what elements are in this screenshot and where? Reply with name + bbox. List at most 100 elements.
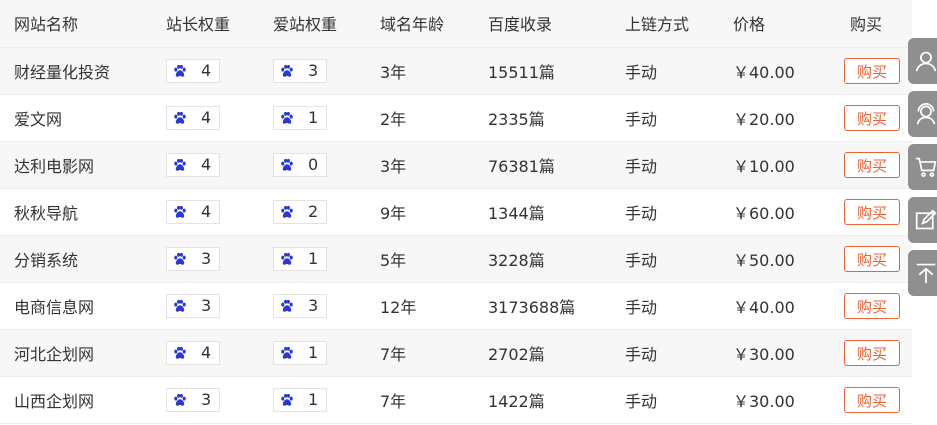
zz-weight-value: 4 <box>201 343 212 362</box>
paw-icon <box>174 111 186 124</box>
az-weight-badge: 0 <box>273 152 328 177</box>
link-method: 手动 <box>611 282 719 330</box>
zz-weight-cell: 3 <box>152 282 259 330</box>
edit-icon <box>915 209 937 230</box>
table-row: 财经量化投资 4 3 3年 15511篇 手动 ￥40.00 购买 <box>0 47 912 95</box>
link-method: 手动 <box>611 141 719 189</box>
paw-icon <box>281 111 293 124</box>
az-weight-value: 1 <box>308 249 319 268</box>
baidu-index: 76381篇 <box>474 141 611 189</box>
buy-button[interactable]: 购买 <box>844 292 900 319</box>
paw-icon <box>174 205 186 218</box>
az-weight-badge: 1 <box>273 105 328 130</box>
zz-weight-badge: 3 <box>166 293 221 318</box>
az-weight-value: 1 <box>308 108 319 127</box>
buy-cell: 购买 <box>832 188 912 236</box>
table-row: 秋秋导航 4 2 9年 1344篇 手动 ￥60.00 购买 <box>0 188 912 236</box>
buy-button[interactable]: 购买 <box>844 104 900 131</box>
link-method: 手动 <box>611 329 719 377</box>
paw-icon <box>281 252 293 265</box>
buy-cell: 购买 <box>832 47 912 95</box>
buy-button[interactable]: 购买 <box>844 198 900 225</box>
site-name: 分销系统 <box>0 235 152 283</box>
sidebar-support-button[interactable] <box>908 91 937 137</box>
site-name: 山西企划网 <box>0 376 152 424</box>
zz-weight-value: 3 <box>201 296 212 315</box>
az-weight-cell: 3 <box>259 282 366 330</box>
zz-weight-badge: 3 <box>166 387 221 412</box>
user-icon <box>915 51 937 72</box>
zz-weight-badge: 4 <box>166 340 221 365</box>
domain-age: 3年 <box>366 47 474 95</box>
sidebar-user-button[interactable] <box>908 38 937 84</box>
buy-button[interactable]: 购买 <box>844 339 900 366</box>
buy-button[interactable]: 购买 <box>844 386 900 413</box>
paw-icon <box>174 393 186 406</box>
zz-weight-value: 4 <box>201 202 212 221</box>
zz-weight-cell: 4 <box>152 188 259 236</box>
az-weight-cell: 2 <box>259 188 366 236</box>
zz-weight-badge: 3 <box>166 246 221 271</box>
zz-weight-cell: 3 <box>152 376 259 424</box>
baidu-index: 1422篇 <box>474 376 611 424</box>
domain-age: 2年 <box>366 94 474 142</box>
az-weight-badge: 1 <box>273 387 328 412</box>
baidu-index: 1344篇 <box>474 188 611 236</box>
az-weight-cell: 3 <box>259 47 366 95</box>
buy-cell: 购买 <box>832 282 912 330</box>
paw-icon <box>281 346 293 359</box>
az-weight-badge: 3 <box>273 58 328 83</box>
price: ￥40.00 <box>719 47 832 95</box>
zz-weight-badge: 4 <box>166 199 221 224</box>
az-weight-value: 1 <box>308 390 319 409</box>
paw-icon <box>281 205 293 218</box>
sidebar-cart-button[interactable] <box>908 144 937 190</box>
paw-icon <box>174 299 186 312</box>
table-row: 爱文网 4 1 2年 2335篇 手动 ￥20.00 购买 <box>0 94 912 142</box>
column-header-az-weight: 爱站权重 <box>259 0 366 48</box>
price: ￥30.00 <box>719 329 832 377</box>
column-header-price: 价格 <box>719 0 832 48</box>
paw-icon <box>174 64 186 77</box>
paw-icon <box>281 299 293 312</box>
zz-weight-value: 4 <box>201 108 212 127</box>
zz-weight-cell: 4 <box>152 47 259 95</box>
sidebar-edit-button[interactable] <box>908 197 937 243</box>
baidu-index: 3173688篇 <box>474 282 611 330</box>
zz-weight-badge: 4 <box>166 152 221 177</box>
domain-age: 5年 <box>366 235 474 283</box>
az-weight-cell: 1 <box>259 329 366 377</box>
zz-weight-cell: 3 <box>152 235 259 283</box>
zz-weight-value: 4 <box>201 155 212 174</box>
floating-sidebar <box>908 38 937 303</box>
zz-weight-value: 3 <box>201 249 212 268</box>
baidu-index: 2335篇 <box>474 94 611 142</box>
baidu-index: 15511篇 <box>474 47 611 95</box>
az-weight-value: 3 <box>308 296 319 315</box>
table-row: 电商信息网 3 3 12年 3173688篇 手动 ￥40.00 购买 <box>0 282 912 330</box>
buy-cell: 购买 <box>832 235 912 283</box>
buy-button[interactable]: 购买 <box>844 57 900 84</box>
buy-button[interactable]: 购买 <box>844 151 900 178</box>
az-weight-cell: 1 <box>259 94 366 142</box>
link-method: 手动 <box>611 235 719 283</box>
table-row: 山西企划网 3 1 7年 1422篇 手动 ￥30.00 购买 <box>0 376 912 424</box>
buy-button[interactable]: 购买 <box>844 245 900 272</box>
az-weight-cell: 1 <box>259 376 366 424</box>
buy-cell: 购买 <box>832 376 912 424</box>
column-header-link-method: 上链方式 <box>611 0 719 48</box>
support-icon <box>916 103 936 125</box>
paw-icon <box>281 393 293 406</box>
paw-icon <box>281 64 293 77</box>
zz-weight-badge: 4 <box>166 58 221 83</box>
price: ￥20.00 <box>719 94 832 142</box>
sidebar-back-to-top-button[interactable] <box>908 250 937 296</box>
domain-age: 7年 <box>366 376 474 424</box>
link-method: 手动 <box>611 94 719 142</box>
site-name: 秋秋导航 <box>0 188 152 236</box>
site-name: 电商信息网 <box>0 282 152 330</box>
baidu-index: 3228篇 <box>474 235 611 283</box>
az-weight-cell: 0 <box>259 141 366 189</box>
column-header-buy: 购买 <box>832 0 912 48</box>
az-weight-badge: 1 <box>273 246 328 271</box>
